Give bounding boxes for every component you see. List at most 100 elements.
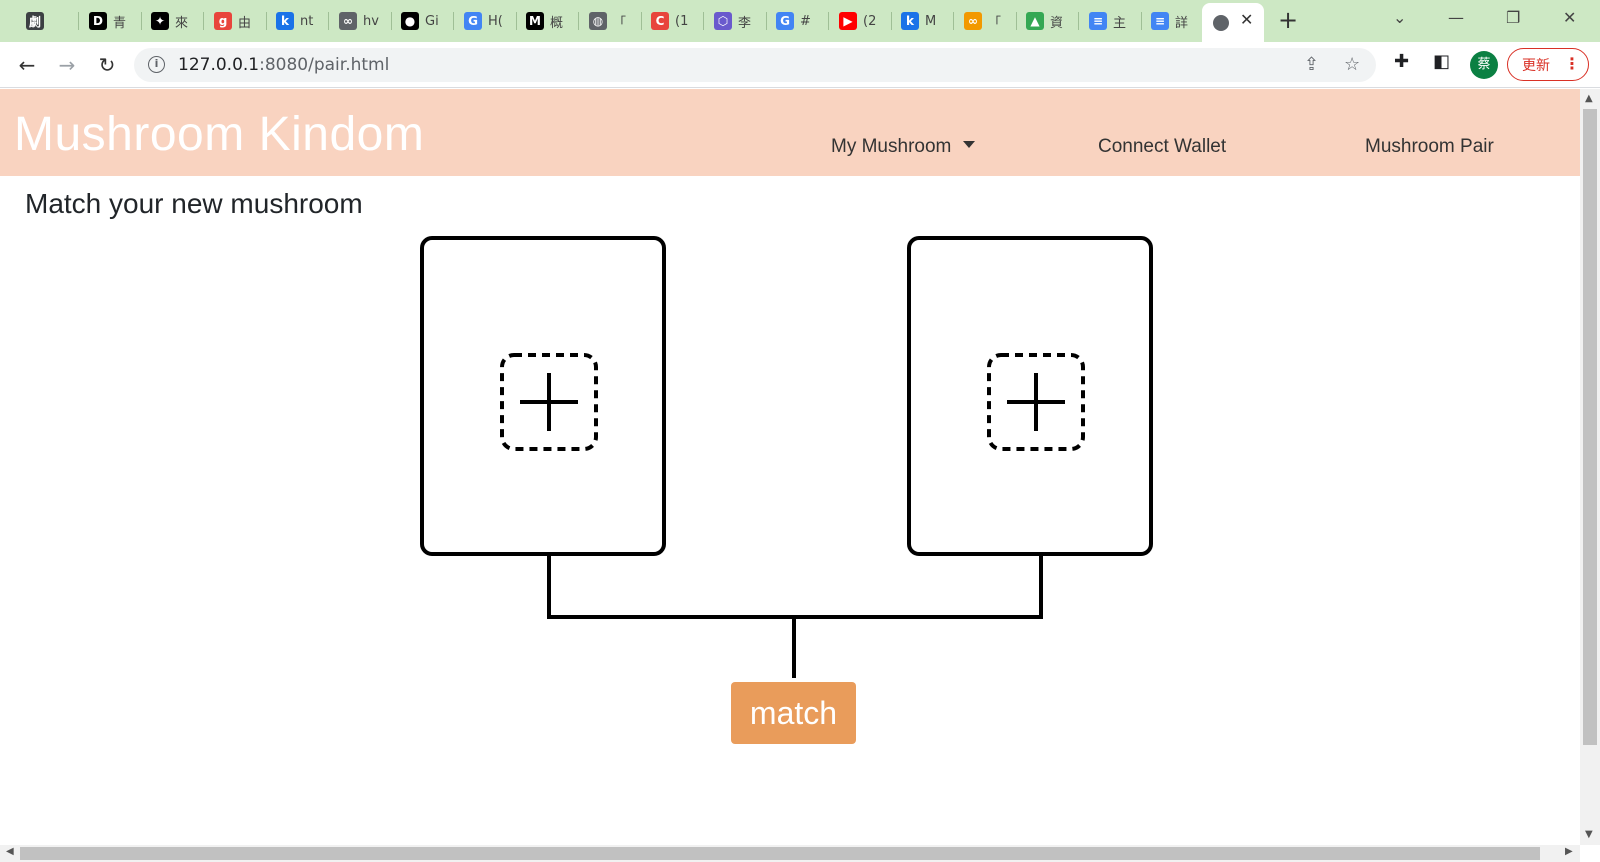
tab-title: hv bbox=[363, 13, 379, 29]
nav-my-mushroom-dropdown[interactable]: My Mushroom bbox=[831, 136, 976, 158]
browser-tab[interactable]: D青 bbox=[83, 7, 129, 35]
add-mushroom-icon[interactable] bbox=[987, 353, 1085, 451]
tab-separator bbox=[641, 12, 642, 30]
tab-separator bbox=[828, 12, 829, 30]
restore-button[interactable]: ❐ bbox=[1506, 8, 1520, 27]
tab-title: # bbox=[800, 13, 811, 29]
tab-title: 來 bbox=[175, 15, 189, 31]
tab-separator bbox=[266, 12, 267, 30]
browser-tab[interactable]: G H( bbox=[458, 7, 504, 35]
tab-separator bbox=[453, 12, 454, 30]
tab-title: 由 bbox=[238, 15, 252, 31]
tab-separator bbox=[391, 12, 392, 30]
active-tab[interactable]: ✕ bbox=[1202, 3, 1264, 42]
c-tab-icon: C bbox=[651, 12, 669, 30]
browser-tab[interactable]: ≡ 詳 bbox=[1145, 7, 1191, 35]
globe-icon bbox=[1213, 15, 1229, 31]
browser-tab[interactable]: ● Gi bbox=[395, 7, 441, 35]
youtube-tab-icon: ▶ bbox=[839, 12, 857, 30]
google-tab-icon-2: G bbox=[776, 12, 794, 30]
new-tab-button[interactable]: + bbox=[1278, 6, 1298, 34]
browser-tab[interactable]: 劇 bbox=[20, 7, 66, 35]
site-info-icon[interactable]: i bbox=[148, 56, 165, 73]
back-button[interactable]: ← bbox=[13, 51, 41, 79]
match-button[interactable]: match bbox=[731, 682, 856, 744]
horizontal-scroll-thumb[interactable] bbox=[20, 847, 1540, 860]
vertical-scroll-thumb[interactable] bbox=[1583, 109, 1597, 745]
tab-separator bbox=[578, 12, 579, 30]
drama-tab-icon: 劇 bbox=[26, 12, 44, 30]
browser-tab[interactable]: ✦ 來 bbox=[145, 7, 191, 35]
horizontal-scrollbar[interactable]: ◀ ▶ bbox=[0, 845, 1580, 862]
tab-title: nt bbox=[300, 13, 314, 29]
browser-tab[interactable]: C (1 bbox=[645, 7, 691, 35]
nav-connect-wallet[interactable]: Connect Wallet bbox=[1098, 136, 1226, 158]
add-mushroom-icon[interactable] bbox=[500, 353, 598, 451]
browser-tab[interactable]: ◍ 「 bbox=[583, 7, 629, 35]
browser-tab[interactable]: g由 bbox=[208, 7, 254, 35]
browser-tab[interactable]: ≡ 主 bbox=[1083, 7, 1129, 35]
tab-title: 「 bbox=[988, 15, 1002, 31]
browser-tab[interactable]: G # bbox=[770, 7, 816, 35]
bookmark-star-icon[interactable]: ☆ bbox=[1344, 54, 1360, 75]
google-tab-icon: G bbox=[464, 12, 482, 30]
tab-title: Gi bbox=[425, 13, 439, 29]
caret-down-icon bbox=[963, 141, 976, 148]
scroll-left-icon[interactable]: ◀ bbox=[6, 846, 14, 857]
k-tab-icon-2: k bbox=[901, 12, 919, 30]
globe-tab-icon: ◍ bbox=[589, 12, 607, 30]
tab-separator bbox=[516, 12, 517, 30]
extensions-puzzle-icon[interactable]: ✚ bbox=[1394, 51, 1409, 72]
mushroom-slot-left[interactable] bbox=[420, 236, 666, 556]
infinity-orange-tab-icon: ∞ bbox=[964, 12, 982, 30]
maple-leaf-tab-icon: ✦ bbox=[151, 12, 169, 30]
mushroom-slot-right[interactable] bbox=[907, 236, 1153, 556]
side-panel-icon[interactable]: ◧ bbox=[1433, 51, 1450, 72]
tab-title: 詳 bbox=[1175, 15, 1189, 31]
browser-tab-strip: 劇 D 青 ✦ 來 g 由 k nt ∞ hv ● Gi G H(M 概 ◍ 「C (1 ⬡ 李 G # ▶ (2 k M ∞ 「▲ 資 ≡… bbox=[0, 0, 1600, 42]
page-viewport: Mushroom Kindom My Mushroom Connect Wall… bbox=[0, 89, 1580, 845]
browser-tab[interactable]: kM bbox=[895, 7, 941, 35]
tab-separator bbox=[766, 12, 767, 30]
d-tab-icon: D bbox=[89, 12, 107, 30]
forward-button[interactable]: → bbox=[53, 51, 81, 79]
profile-avatar[interactable]: 蔡 bbox=[1470, 51, 1498, 79]
scroll-down-icon[interactable]: ▼ bbox=[1585, 829, 1593, 840]
site-navbar: Mushroom Kindom My Mushroom Connect Wall… bbox=[0, 89, 1580, 176]
tab-separator bbox=[203, 12, 204, 30]
tab-title: 概 bbox=[550, 15, 564, 31]
tab-separator bbox=[703, 12, 704, 30]
nav-mushroom-pair[interactable]: Mushroom Pair bbox=[1365, 136, 1494, 158]
browser-tab[interactable]: ⬡ 李 bbox=[708, 7, 754, 35]
address-bar[interactable]: i 127.0.0.1:8080/pair.html ⇪ ☆ bbox=[134, 48, 1376, 82]
hex-tab-icon: ⬡ bbox=[714, 12, 732, 30]
browser-tab[interactable]: ▶ (2 bbox=[833, 7, 879, 35]
browser-tab[interactable]: k nt bbox=[270, 7, 316, 35]
browser-tab[interactable]: ∞ hv bbox=[333, 7, 379, 35]
docs-tab-icon-2: ≡ bbox=[1151, 12, 1169, 30]
reload-button[interactable]: ↻ bbox=[93, 51, 121, 79]
k-tab-icon: k bbox=[276, 12, 294, 30]
tab-title: (1 bbox=[675, 13, 689, 29]
share-icon[interactable]: ⇪ bbox=[1304, 54, 1319, 75]
url-text[interactable]: 127.0.0.1:8080/pair.html bbox=[178, 55, 389, 75]
update-button[interactable]: 更新 ⋮ bbox=[1507, 48, 1589, 81]
tab-separator bbox=[1141, 12, 1142, 30]
browser-tab[interactable]: ▲ 資 bbox=[1020, 7, 1066, 35]
tab-title: 主 bbox=[1113, 15, 1127, 31]
scroll-right-icon[interactable]: ▶ bbox=[1565, 846, 1573, 857]
tab-title: M bbox=[925, 13, 937, 29]
tab-separator bbox=[1016, 12, 1017, 30]
vertical-scrollbar[interactable]: ▲ ▼ bbox=[1580, 89, 1600, 845]
tab-title: 資 bbox=[1050, 15, 1064, 31]
browser-tab[interactable]: ∞ 「 bbox=[958, 7, 1004, 35]
scroll-up-icon[interactable]: ▲ bbox=[1585, 93, 1593, 104]
browser-tab[interactable]: M概 bbox=[520, 7, 566, 35]
menu-dots-icon: ⋮ bbox=[1564, 54, 1580, 73]
close-tab-icon[interactable]: ✕ bbox=[1240, 10, 1253, 29]
close-window-button[interactable]: ✕ bbox=[1563, 8, 1576, 27]
site-brand[interactable]: Mushroom Kindom bbox=[14, 107, 424, 162]
minimize-button[interactable]: — bbox=[1448, 8, 1464, 27]
tab-search-icon[interactable]: ⌄ bbox=[1393, 8, 1406, 27]
tab-separator bbox=[141, 12, 142, 30]
